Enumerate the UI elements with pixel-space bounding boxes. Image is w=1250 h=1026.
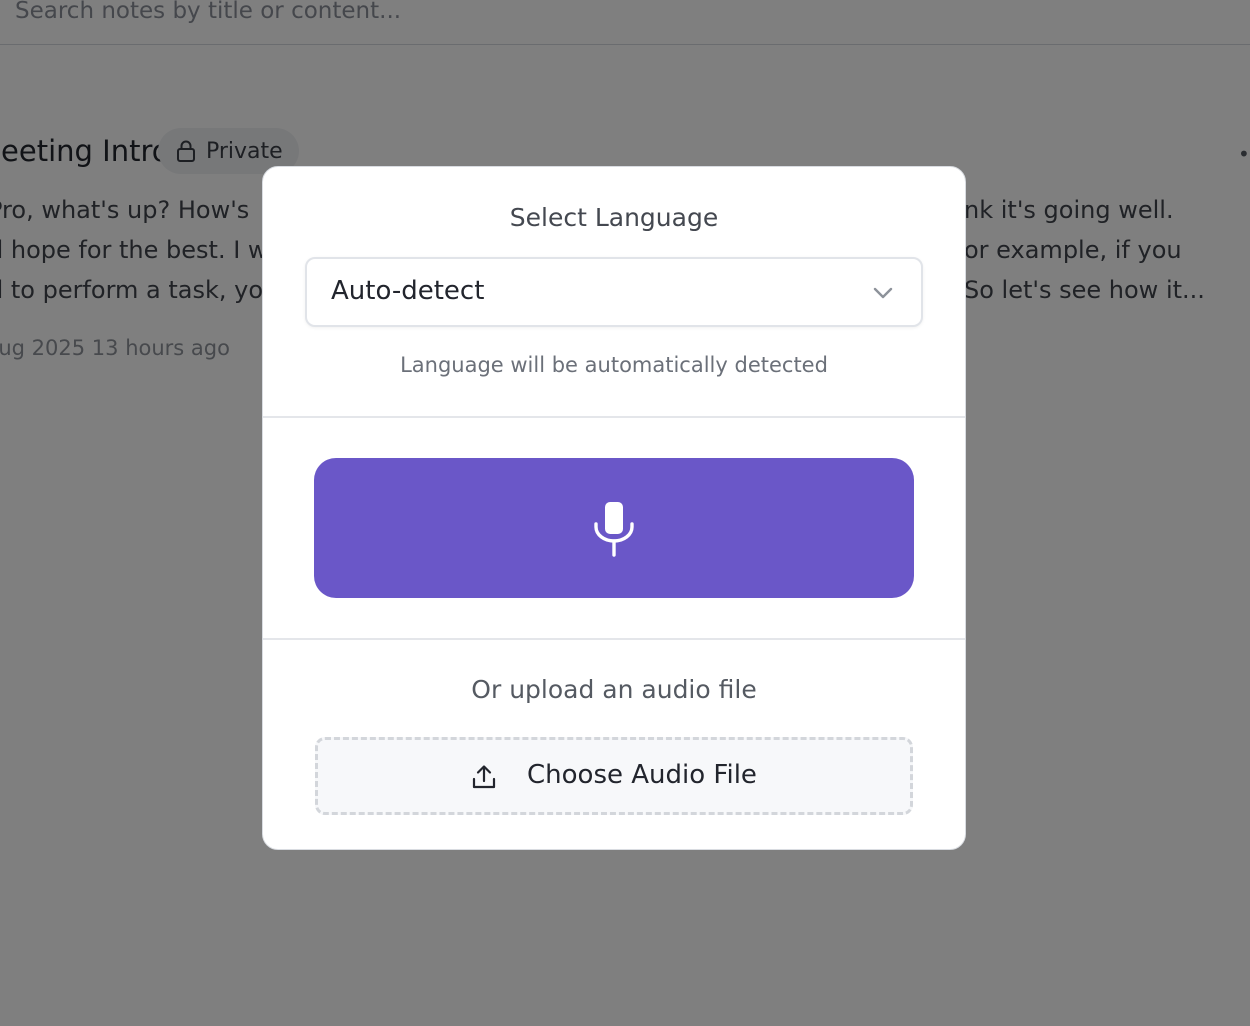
divider <box>263 416 965 418</box>
divider <box>263 638 965 640</box>
language-hint: Language will be automatically detected <box>400 353 828 377</box>
upload-title: Or upload an audio file <box>471 675 757 704</box>
microphone-icon <box>594 502 634 557</box>
language-select[interactable]: Auto-detect <box>305 257 923 327</box>
chevron-down-icon <box>873 287 893 299</box>
choose-audio-file-label: Choose Audio File <box>527 760 757 790</box>
record-button[interactable] <box>314 458 914 598</box>
choose-audio-file-button[interactable]: Choose Audio File <box>315 737 913 815</box>
language-select-value: Auto-detect <box>331 276 485 306</box>
upload-icon <box>472 765 496 789</box>
record-modal: Select Language Auto-detect Language wil… <box>262 166 966 850</box>
language-title: Select Language <box>509 203 719 232</box>
